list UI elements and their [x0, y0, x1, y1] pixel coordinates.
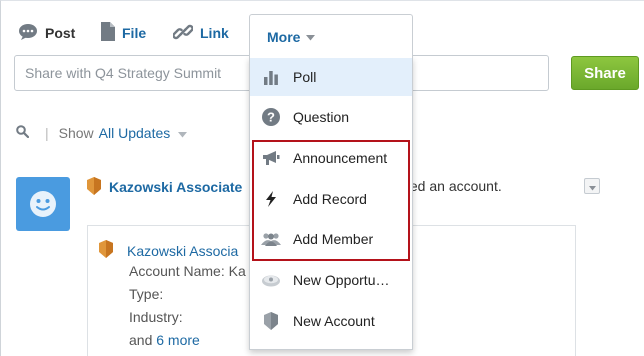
- menu-item-label: Question: [293, 109, 350, 125]
- megaphone-icon: [261, 148, 281, 168]
- account-icon: [261, 311, 281, 331]
- feed-action-text: ted an account.: [406, 178, 502, 194]
- chevron-down-icon[interactable]: [178, 125, 188, 141]
- more-fields-link[interactable]: 6 more: [156, 332, 200, 348]
- tab-file-label: File: [122, 25, 147, 41]
- account-icon: [86, 176, 102, 198]
- menu-item-announcement[interactable]: Announcement: [250, 139, 412, 177]
- people-icon: [261, 229, 281, 249]
- avatar[interactable]: [16, 177, 70, 231]
- menu-item-label: Add Member: [293, 231, 374, 247]
- menu-item-label: New Account: [293, 313, 375, 329]
- tab-file[interactable]: File: [101, 22, 147, 44]
- feed-author-link[interactable]: Kazowski Associate: [109, 179, 242, 195]
- more-prefix: and: [129, 332, 157, 348]
- menu-item-label: Announcement: [293, 150, 388, 166]
- menu-item-add-record[interactable]: Add Record: [250, 180, 412, 218]
- bar-chart-icon: [261, 67, 281, 87]
- more-button[interactable]: More: [249, 14, 413, 58]
- chevron-down-icon: [588, 179, 596, 194]
- more-menu: Poll ? Question Announcement Add Record …: [249, 57, 413, 350]
- menu-item-label: Poll: [293, 69, 317, 85]
- tab-post-label: Post: [45, 25, 76, 41]
- record-card-link[interactable]: Kazowski Associa: [127, 243, 238, 259]
- tab-post[interactable]: Post: [18, 23, 75, 43]
- search-icon[interactable]: [16, 125, 30, 141]
- record-more-fields: and 6 more: [129, 332, 200, 348]
- filter-select[interactable]: All Updates: [99, 125, 171, 141]
- show-label: Show: [58, 125, 94, 141]
- feed-filter: | Show All Updates: [16, 123, 188, 143]
- menu-item-label: New Opportu…: [293, 272, 390, 288]
- feed-item-menu-button[interactable]: [584, 178, 600, 194]
- record-field: Account Name: Ka: [129, 263, 246, 279]
- menu-item-new-account[interactable]: New Account: [250, 302, 412, 340]
- record-field: Industry:: [129, 309, 183, 325]
- question-icon: ?: [261, 107, 281, 127]
- menu-item-question[interactable]: ? Question: [250, 98, 412, 136]
- tab-link[interactable]: Link: [172, 22, 229, 45]
- menu-item-new-opportunity[interactable]: New Opportu…: [250, 261, 412, 299]
- menu-item-poll[interactable]: Poll: [250, 58, 412, 96]
- chevron-down-icon: [306, 29, 316, 44]
- svg-text:?: ?: [267, 110, 275, 125]
- menu-item-add-member[interactable]: Add Member: [250, 220, 412, 258]
- record-card-title: Kazowski Associa: [98, 240, 238, 261]
- record-field: Type:: [129, 286, 164, 302]
- opportunity-icon: [261, 270, 281, 290]
- lightning-icon: [261, 189, 281, 209]
- feed-item-header: Kazowski Associate: [86, 176, 242, 198]
- link-icon: [172, 22, 194, 45]
- divider: |: [45, 125, 49, 141]
- menu-item-label: Add Record: [293, 191, 367, 207]
- account-icon: [98, 240, 114, 261]
- share-button[interactable]: Share: [571, 56, 639, 90]
- tab-link-label: Link: [200, 25, 229, 41]
- speech-bubble-icon: [18, 23, 38, 44]
- document-icon: [101, 22, 115, 44]
- more-label: More: [267, 28, 301, 45]
